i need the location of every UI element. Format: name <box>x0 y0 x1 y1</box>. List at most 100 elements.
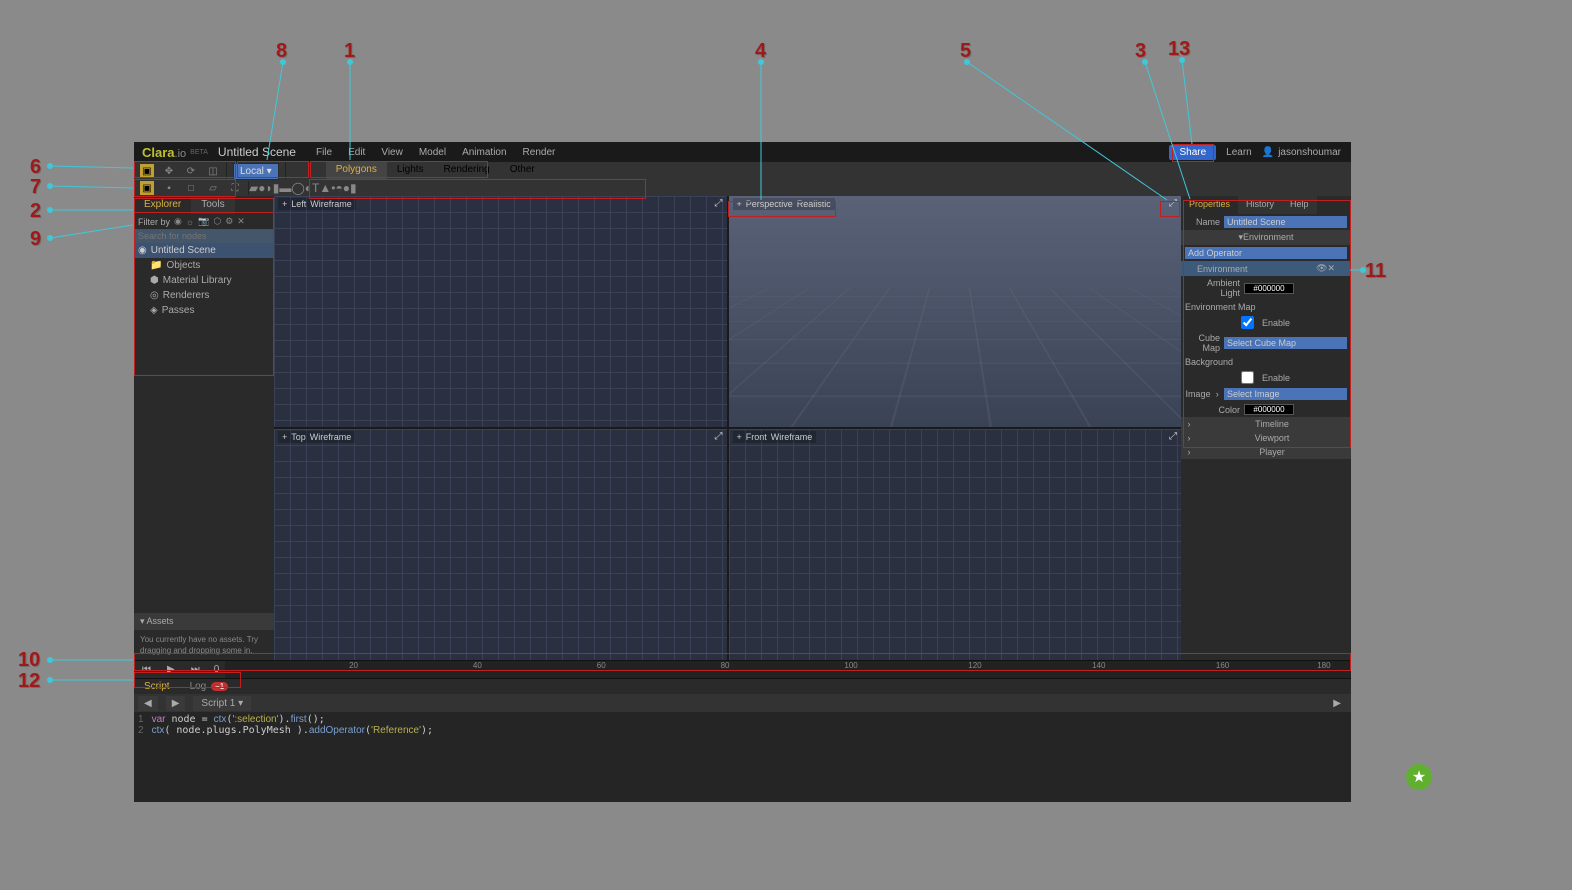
timeline-bar: ⏮ ▶ ⏭ 0 20 40 60 80 100 120 140 160 180 <box>134 660 1351 678</box>
snap-toggle[interactable]: ⛶ <box>228 181 242 195</box>
cylinder-icon[interactable]: ▮ <box>273 181 280 195</box>
script-name-label[interactable]: Script 1 ▾ <box>193 696 251 711</box>
eye-icon[interactable]: 👁 <box>1316 263 1327 274</box>
plane-icon[interactable]: ▬ <box>279 181 291 195</box>
filter-clear-icon[interactable]: ✕ <box>237 216 245 227</box>
move-tool[interactable]: ✥ <box>162 164 176 178</box>
tab-log[interactable]: Log −1 <box>180 679 239 694</box>
script-next-button[interactable]: ▶ <box>166 696 186 711</box>
filter-bone-icon[interactable]: ⚙ <box>225 216 233 227</box>
tab-rendering[interactable]: Rendering <box>434 162 500 180</box>
tab-tools[interactable]: Tools <box>191 196 234 214</box>
viewport-front[interactable]: + Front Wireframe ⤢ <box>729 429 1182 660</box>
menu-animation[interactable]: Animation <box>462 147 506 158</box>
select-tool[interactable]: ▣ <box>140 164 154 178</box>
expand-icon[interactable]: ⤢ <box>1169 431 1177 442</box>
filter-camera-icon[interactable]: 📷 <box>198 216 209 227</box>
share-button[interactable]: Share <box>1169 145 1216 160</box>
script-prev-button[interactable]: ◀ <box>138 696 158 711</box>
tab-lights[interactable]: Lights <box>387 162 434 180</box>
name-input[interactable] <box>1224 216 1347 228</box>
tab-explorer[interactable]: Explorer <box>134 196 191 214</box>
user-menu[interactable]: 👤 jasonshoumar <box>1262 147 1341 158</box>
tree-objects[interactable]: 📁 Objects <box>134 258 274 273</box>
ambient-swatch[interactable]: #000000 <box>1244 283 1294 294</box>
callout-1: 1 <box>344 40 355 63</box>
expand-icon[interactable]: ⤢ <box>715 431 723 442</box>
timeline-section[interactable]: ›Timeline <box>1181 417 1351 431</box>
callout-9: 9 <box>30 228 41 251</box>
tree-renderers[interactable]: ◎ Renderers <box>134 288 274 303</box>
environment-section[interactable]: ▾Environment <box>1181 230 1351 245</box>
play-button[interactable]: ▶ <box>159 664 183 675</box>
expand-icon[interactable]: ⤢ <box>715 198 723 209</box>
menu-file[interactable]: File <box>316 147 332 158</box>
tab-history[interactable]: History <box>1238 196 1282 214</box>
tree-root[interactable]: ◉ Untitled Scene <box>134 243 274 258</box>
scale-tool[interactable]: ◫ <box>206 164 220 178</box>
tree-materials[interactable]: ⬢ Material Library <box>134 273 274 288</box>
user-icon: 👤 <box>1262 147 1274 158</box>
expand-icon[interactable]: ⤢ <box>1169 198 1177 209</box>
vertex-mode[interactable]: ▪ <box>162 181 176 195</box>
tab-properties[interactable]: Properties <box>1181 196 1238 214</box>
edge-mode[interactable]: □ <box>184 181 198 195</box>
menu-render[interactable]: Render <box>523 147 556 158</box>
rewind-button[interactable]: ⏮ <box>134 664 159 675</box>
vp-menu-icon[interactable]: + <box>282 199 287 209</box>
object-mode[interactable]: ▣ <box>140 181 154 195</box>
timeline-ruler[interactable]: 20 40 60 80 100 120 140 160 180 <box>225 661 1351 678</box>
bgcolor-swatch[interactable]: #000000 <box>1244 404 1294 415</box>
app-window: Clara.io BETA Untitled Scene File Edit V… <box>134 142 1351 802</box>
vp-menu-icon[interactable]: + <box>737 199 742 209</box>
tab-help[interactable]: Help <box>1282 196 1317 214</box>
rotate-tool[interactable]: ⟳ <box>184 164 198 178</box>
tab-polygons[interactable]: Polygons <box>326 162 387 180</box>
player-section[interactable]: ›Player <box>1181 445 1351 459</box>
teardrop-icon[interactable]: ◗ <box>265 181 272 195</box>
bg-enable-checkbox[interactable] <box>1241 371 1254 384</box>
add-operator-input[interactable] <box>1185 247 1347 259</box>
filter-mesh-icon[interactable]: ◉ <box>174 216 182 227</box>
menu-view[interactable]: View <box>381 147 403 158</box>
filter-material-icon[interactable]: ⬡ <box>213 216 221 227</box>
cubemap-select[interactable] <box>1224 337 1347 349</box>
forward-button[interactable]: ⏭ <box>183 664 208 675</box>
cone-icon[interactable]: ▲ <box>319 181 331 195</box>
viewport-left[interactable]: + Left Wireframe ⤢ <box>274 196 727 427</box>
teapot-icon[interactable]: ◐ <box>305 181 312 195</box>
vp-menu-icon[interactable]: + <box>282 432 287 442</box>
script-run-button[interactable]: ▶ <box>1333 698 1341 709</box>
vp-menu-icon[interactable]: + <box>737 432 742 442</box>
viewport-section[interactable]: ›Viewport <box>1181 431 1351 445</box>
disc-icon[interactable]: ● <box>343 181 350 195</box>
chevron-right-icon[interactable]: › <box>1214 389 1220 399</box>
blob-icon[interactable]: ◓ <box>335 181 342 195</box>
tab-script[interactable]: Script <box>134 679 180 694</box>
envmap-enable-checkbox[interactable] <box>1241 316 1254 329</box>
menu-model[interactable]: Model <box>419 147 446 158</box>
box-icon[interactable]: ▰ <box>249 181 258 195</box>
feedback-button[interactable]: ★ <box>1406 764 1432 790</box>
assets-section[interactable]: ▾ Assets <box>134 613 274 630</box>
space-selector[interactable]: Local ▾ <box>233 163 279 180</box>
viewport-perspective[interactable]: + Perspective Realistic ⤢ <box>729 196 1182 427</box>
node-search-input[interactable] <box>134 229 274 243</box>
face-mode[interactable]: ▱ <box>206 181 220 195</box>
learn-link[interactable]: Learn <box>1226 147 1252 158</box>
capsule-icon[interactable]: ▮ <box>350 181 357 195</box>
callout-10: 10 <box>18 649 40 672</box>
text-icon[interactable]: T <box>312 181 319 195</box>
torus-icon[interactable]: ◯ <box>291 181 304 195</box>
menu-edit[interactable]: Edit <box>348 147 365 158</box>
code-editor[interactable]: 1var node = ctx(':selection').first(); 2… <box>134 712 1351 802</box>
viewport-top[interactable]: + Top Wireframe ⤢ <box>274 429 727 660</box>
filter-light-icon[interactable]: ☼ <box>186 217 194 227</box>
sphere-icon[interactable]: ● <box>258 181 265 195</box>
close-icon[interactable]: ✕ <box>1327 263 1335 274</box>
properties-panel: Properties History Help Name ▾Environmen… <box>1181 196 1351 660</box>
tree-passes[interactable]: ◈ Passes <box>134 303 274 318</box>
image-select[interactable] <box>1224 388 1347 400</box>
tab-other[interactable]: Other <box>500 162 545 180</box>
environment-operator[interactable]: Environment👁 ✕ <box>1181 261 1351 276</box>
